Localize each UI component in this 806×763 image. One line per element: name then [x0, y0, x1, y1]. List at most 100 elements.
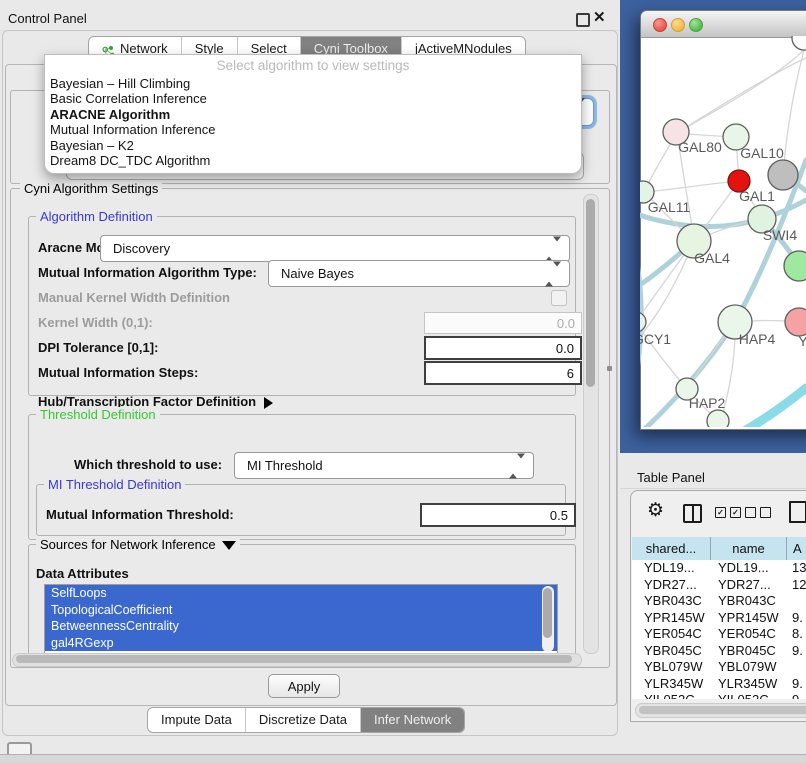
table-row[interactable]: YLR345WYLR345W9.: [632, 676, 806, 693]
deselect-all-checkboxes-icon[interactable]: [745, 507, 771, 518]
table-row[interactable]: YER054CYER054C8.: [632, 626, 806, 643]
settings-scrollbar-thumb[interactable]: [586, 199, 595, 387]
table-header-row: shared...nameA: [632, 537, 806, 560]
algorithm-option-aracne-algorithm[interactable]: ARACNE Algorithm: [45, 107, 581, 122]
node-label-gal4: GAL4: [694, 250, 730, 266]
attributes-scrollbar-thumb[interactable]: [543, 588, 552, 638]
table-row[interactable]: YPR145WYPR145W9.: [632, 610, 806, 627]
table-cell: YDR27...: [632, 577, 711, 594]
minimize-traffic-light-icon[interactable]: [671, 18, 685, 32]
table-row[interactable]: YDL19...YDL19...13: [632, 560, 806, 577]
node-label-swi4: SWI4: [763, 227, 797, 243]
kernel-width-field[interactable]: 0.0: [424, 312, 582, 334]
aracne-mode-select[interactable]: Discovery: [100, 235, 570, 262]
algorithm-options: Bayesian – Hill ClimbingBasic Correlatio…: [45, 76, 581, 168]
table-row[interactable]: YDR27...YDR27...12: [632, 577, 806, 594]
tab-discretize-data[interactable]: Discretize Data: [246, 708, 361, 732]
spinner-arrows-icon: [545, 241, 561, 256]
column-header-name[interactable]: name: [711, 537, 787, 560]
network-node[interactable]: [792, 36, 806, 50]
float-window-icon[interactable]: [576, 13, 590, 27]
mi-steps-field[interactable]: 6: [424, 361, 582, 385]
table-cell: YPR145W: [632, 610, 711, 627]
column-header-a[interactable]: A: [787, 537, 806, 560]
settings-hscrollbar-thumb[interactable]: [16, 655, 572, 663]
new-table-icon[interactable]: [789, 501, 806, 523]
table-hscrollbar-thumb[interactable]: [639, 706, 806, 714]
table-cell: YBL079W: [711, 659, 787, 676]
spinner-arrows-icon: [545, 266, 561, 281]
table-panel-region: Table Panel ⚙ ✓✓ shared...nameA YDL19...…: [620, 453, 806, 762]
table-row[interactable]: YBR043CYBR043C: [632, 593, 806, 610]
table-cell: 12: [787, 577, 806, 594]
table-cell: [787, 593, 806, 610]
tab-infer-network[interactable]: Infer Network: [361, 708, 464, 732]
which-threshold-select[interactable]: MI Threshold: [234, 452, 534, 479]
node-label-gal80: GAL80: [678, 139, 722, 155]
select-all-checkboxes-icon[interactable]: ✓✓: [715, 507, 741, 518]
network-node[interactable]: [784, 251, 806, 281]
node-label-gal11: GAL11: [648, 199, 691, 215]
aracne-mode-value: Discovery: [113, 236, 170, 261]
table-row[interactable]: YBL079WYBL079W: [632, 659, 806, 676]
mi-threshold-group-title: MI Threshold Definition: [44, 477, 185, 492]
network-edge: [644, 181, 739, 192]
attribute-gal4rgexp[interactable]: gal4RGexp: [45, 635, 557, 652]
table-panel-titlebar: Table Panel: [620, 458, 806, 489]
network-window-titlebar[interactable]: [641, 11, 806, 38]
algorithm-definition-title: Algorithm Definition: [36, 209, 157, 224]
algorithm-option-mutual-information-inference[interactable]: Mutual Information Inference: [45, 122, 581, 137]
node-label-hap4: HAP4: [739, 331, 776, 347]
mi-type-select[interactable]: Naive Bayes: [268, 260, 570, 287]
dpi-tolerance-label: DPI Tolerance [0,1]:: [38, 340, 158, 355]
attributes-scrollbar[interactable]: [542, 586, 554, 652]
table-cell: YBR045C: [632, 643, 711, 660]
network-edge: [783, 50, 804, 175]
columns-icon[interactable]: [683, 504, 702, 523]
zoom-traffic-light-icon[interactable]: [689, 18, 703, 32]
close-traffic-light-icon[interactable]: [653, 18, 667, 32]
table-horizontal-scrollbar[interactable]: [635, 703, 806, 718]
sources-toggle[interactable]: Sources for Network Inference: [36, 537, 240, 552]
table-cell: 9.: [787, 643, 806, 660]
network-node[interactable]: [785, 308, 806, 336]
table-cell: YBR045C: [711, 643, 787, 660]
close-icon[interactable]: ✕: [593, 8, 606, 26]
apply-button[interactable]: Apply: [268, 674, 340, 698]
column-header-shared[interactable]: shared...: [632, 537, 711, 560]
table-cell: YDR27...: [711, 577, 787, 594]
algorithm-option-dream8-dc-tdc-algorithm[interactable]: Dream8 DC_TDC Algorithm: [45, 153, 581, 168]
algorithm-option-basic-correlation-inference[interactable]: Basic Correlation Inference: [45, 91, 581, 106]
table-cell: 13: [787, 560, 806, 577]
attribute-selfloops[interactable]: SelfLoops: [45, 585, 557, 602]
settings-vertical-scrollbar[interactable]: [583, 194, 599, 654]
network-edge: [746, 388, 806, 427]
manual-kernel-checkbox[interactable]: [551, 290, 567, 306]
mi-type-value: Naive Bayes: [281, 261, 354, 286]
attribute-betweennesscentrality[interactable]: BetweennessCentrality: [45, 618, 557, 635]
gear-icon[interactable]: ⚙: [647, 499, 664, 522]
algorithm-option-bayesian-hill-climbing[interactable]: Bayesian – Hill Climbing: [45, 76, 581, 91]
mi-threshold-label: Mutual Information Threshold:: [46, 507, 234, 522]
table-row[interactable]: YIL052CYIL052C9: [632, 692, 806, 699]
mi-steps-label: Mutual Information Steps:: [38, 365, 198, 380]
network-node[interactable]: [768, 160, 798, 190]
data-attributes-list[interactable]: SelfLoopsTopologicalCoefficientBetweenne…: [44, 584, 558, 656]
network-node[interactable]: [707, 410, 729, 427]
mi-threshold-field[interactable]: 0.5: [420, 503, 576, 527]
network-node[interactable]: [640, 312, 646, 332]
network-canvas[interactable]: GAL80GAL10GAL1GAL11SWI4GAL4GCY1HAP4YHAP2: [640, 36, 806, 427]
table-panel-title: Table Panel: [637, 470, 705, 485]
attribute-topologicalcoefficient[interactable]: TopologicalCoefficient: [45, 602, 557, 619]
tab-impute-data[interactable]: Impute Data: [148, 708, 246, 732]
node-label-gal10: GAL10: [740, 145, 784, 161]
expand-arrow-icon: [264, 397, 273, 409]
control-panel-title: Control Panel: [8, 11, 87, 26]
table-row[interactable]: YBR045CYBR045C9.: [632, 643, 806, 660]
which-threshold-label: Which threshold to use:: [74, 457, 222, 472]
algorithm-option-bayesian-k2[interactable]: Bayesian – K2: [45, 138, 581, 153]
table-cell: YER054C: [711, 626, 787, 643]
split-pane-handle[interactable]: [607, 366, 612, 371]
dpi-tolerance-field[interactable]: 0.0: [424, 336, 582, 360]
settings-horizontal-scrollbar[interactable]: [12, 653, 582, 667]
